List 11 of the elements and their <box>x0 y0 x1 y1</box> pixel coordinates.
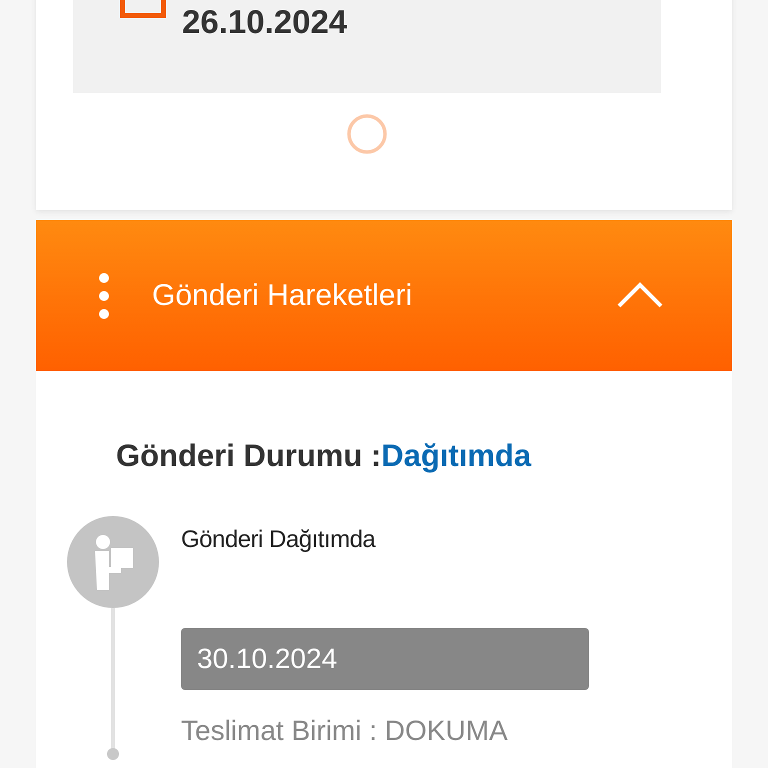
status-label: Gönderi Durumu : <box>116 438 382 473</box>
date-text: 26.10.2024 <box>182 5 348 38</box>
event-detail: Teslimat Birimi : DOKUMA <box>181 714 509 748</box>
loading-spinner-icon <box>346 113 388 155</box>
event-title: Gönderi Dağıtımda <box>181 524 377 554</box>
status-value: Dağıtımda <box>381 438 532 473</box>
panel-header[interactable]: Gönderi Hareketleri <box>36 220 732 371</box>
panel-title: Gönderi Hareketleri <box>152 278 414 314</box>
timeline-dot <box>107 748 119 760</box>
event-date: 30.10.2024 <box>181 628 589 690</box>
more-icon[interactable] <box>98 272 110 320</box>
